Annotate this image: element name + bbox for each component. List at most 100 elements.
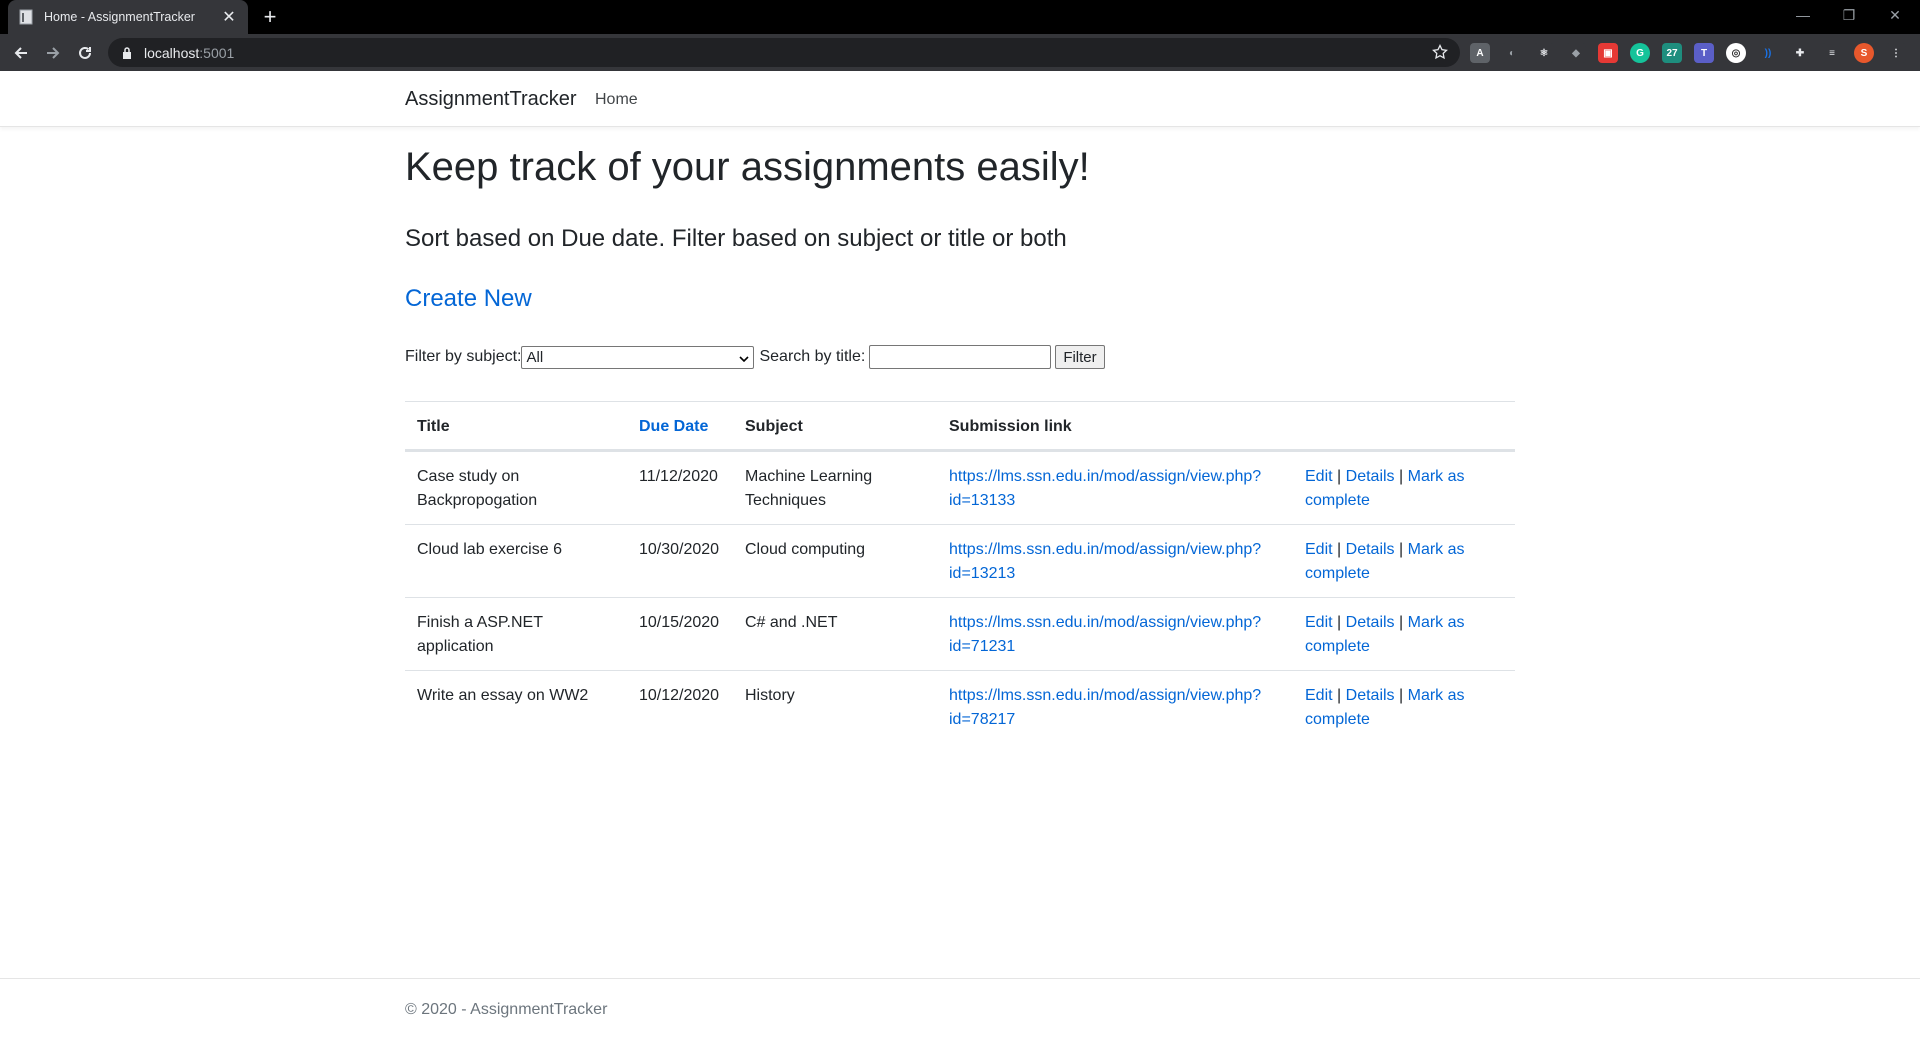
footer: © 2020 - AssignmentTracker (0, 978, 1920, 1040)
puzzle-extensions-icon[interactable]: ✚ (1790, 43, 1810, 63)
subject-select[interactable]: All (521, 345, 755, 369)
forward-arrow-icon[interactable] (40, 40, 66, 66)
browser-toolbar: localhost:5001 A ◐ ⚛ ◆ ▣ G 27 T ◎ )) ✚ ≡… (0, 34, 1920, 71)
action-separator: | (1337, 468, 1342, 485)
details-link[interactable]: Details (1346, 687, 1395, 704)
restore-icon[interactable]: ❐ (1826, 0, 1872, 30)
bookmark-star-icon[interactable] (1432, 43, 1448, 60)
row-title-line1: Write an essay on WW2 (417, 687, 589, 704)
extension-icon[interactable]: ◎ (1726, 43, 1746, 63)
extension-icons: A ◐ ⚛ ◆ ▣ G 27 T ◎ )) ✚ ≡ S ⋮ (1470, 40, 1906, 66)
browser-tab[interactable]: Home - AssignmentTracker ✕ (8, 0, 248, 34)
table-row: Case study on Backpropogation 11/12/2020 Ma… (405, 451, 1515, 524)
row-submission-link[interactable]: https://lms.ssn.edu.in/mod/assign/view.p… (949, 684, 1289, 732)
details-link[interactable]: Details (1346, 541, 1395, 558)
row-subject: History (745, 684, 925, 708)
nav-home-link[interactable]: Home (595, 91, 638, 109)
mark-complete-link[interactable]: Mark as (1408, 468, 1465, 485)
url-text: localhost:5001 (144, 44, 235, 61)
minimize-icon[interactable]: — (1780, 0, 1826, 30)
row-submission-link[interactable]: https://lms.ssn.edu.in/mod/assign/view.p… (949, 465, 1289, 513)
teams-extension-icon[interactable]: T (1694, 43, 1714, 63)
create-new-link[interactable]: Create New (405, 285, 532, 313)
page-subtitle: Sort based on Due date. Filter based on … (405, 225, 1067, 252)
row-title: Cloud lab exercise 6 (417, 538, 617, 562)
profile-avatar-icon[interactable]: S (1854, 43, 1874, 63)
details-link[interactable]: Details (1346, 468, 1395, 485)
reading-list-icon[interactable]: ≡ (1822, 43, 1842, 63)
page-title: Keep track of your assignments easily! (405, 145, 1090, 189)
close-icon[interactable]: ✕ (220, 8, 238, 26)
row-link-line1: https://lms.ssn.edu.in/mod/assign/view.p… (949, 541, 1262, 558)
row-subject-line2: Techniques (745, 492, 826, 509)
extension-icon[interactable]: )) (1758, 43, 1778, 63)
row-submission-link[interactable]: https://lms.ssn.edu.in/mod/assign/view.p… (949, 611, 1289, 659)
mark-complete-link-line2[interactable]: complete (1305, 492, 1370, 509)
action-separator: | (1337, 541, 1342, 558)
reload-icon[interactable] (72, 40, 98, 66)
row-title-line1: Cloud lab exercise 6 (417, 541, 562, 558)
edit-link[interactable]: Edit (1305, 541, 1333, 558)
table-row: Cloud lab exercise 6 10/30/2020 Cloud comp… (405, 524, 1515, 597)
action-separator: | (1399, 468, 1404, 485)
row-subject-line1: History (745, 687, 795, 704)
mark-complete-link[interactable]: Mark as (1408, 687, 1465, 704)
row-submission-link[interactable]: https://lms.ssn.edu.in/mod/assign/view.p… (949, 538, 1289, 586)
adblock-extension-icon[interactable]: A (1470, 43, 1490, 63)
row-title: Finish a ASP.NET application (417, 611, 617, 659)
mark-complete-link-line2[interactable]: complete (1305, 638, 1370, 655)
assignments-table: Title Due Date Subject Submission link C… (405, 401, 1515, 743)
row-link-line1: https://lms.ssn.edu.in/mod/assign/view.p… (949, 687, 1262, 704)
site-navbar: AssignmentTracker Home (0, 71, 1920, 127)
mark-complete-link-line2[interactable]: complete (1305, 565, 1370, 582)
action-separator: | (1399, 614, 1404, 631)
mark-complete-link-line2[interactable]: complete (1305, 711, 1370, 728)
title-search-input[interactable] (869, 345, 1052, 369)
extension-icon[interactable]: ◐ (1502, 43, 1522, 63)
title-search-label: Search by title: (759, 348, 866, 365)
page-icon (18, 9, 34, 25)
footer-copyright: © 2020 - AssignmentTracker (405, 1001, 608, 1018)
row-due-date: 11/12/2020 (639, 468, 718, 485)
navbar-brand[interactable]: AssignmentTracker (405, 88, 577, 111)
subject-select-value: All (526, 348, 544, 366)
edit-link[interactable]: Edit (1305, 687, 1333, 704)
row-due-date: 10/15/2020 (639, 614, 720, 631)
row-due-date: 10/30/2020 (639, 541, 720, 558)
header-due-date-sort-link[interactable]: Due Date (639, 415, 708, 439)
mark-complete-link[interactable]: Mark as (1408, 541, 1465, 558)
react-extension-icon[interactable]: ⚛ (1534, 43, 1554, 63)
row-link-line1: https://lms.ssn.edu.in/mod/assign/view.p… (949, 468, 1262, 485)
row-actions: Edit | Details | Mark as complete (1305, 684, 1505, 732)
row-link-line2: id=13133 (949, 492, 1016, 509)
table-header-row: Title Due Date Subject Submission link (405, 401, 1515, 451)
row-subject: C# and .NET (745, 611, 925, 635)
details-link[interactable]: Details (1346, 614, 1395, 631)
mark-complete-link[interactable]: Mark as (1408, 614, 1465, 631)
table-row: Write an essay on WW2 10/12/2020 History ht… (405, 670, 1515, 743)
row-subject: Cloud computing (745, 538, 925, 562)
back-arrow-icon[interactable] (8, 40, 34, 66)
row-link-line2: id=13213 (949, 565, 1016, 582)
extension-icon[interactable]: ▣ (1598, 43, 1618, 63)
window-close-icon[interactable]: ✕ (1872, 0, 1918, 30)
header-subject: Subject (745, 418, 803, 435)
row-title: Write an essay on WW2 (417, 684, 617, 708)
row-title: Case study on Backpropogation (417, 465, 617, 513)
row-actions: Edit | Details | Mark as complete (1305, 538, 1505, 586)
new-tab-icon[interactable]: + (258, 4, 282, 29)
action-separator: | (1337, 614, 1342, 631)
grammarly-extension-icon[interactable]: G (1630, 43, 1650, 63)
extension-icon[interactable]: 27 (1662, 43, 1682, 63)
tab-title: Home - AssignmentTracker (44, 10, 195, 24)
edit-link[interactable]: Edit (1305, 468, 1333, 485)
edit-link[interactable]: Edit (1305, 614, 1333, 631)
lock-icon (120, 46, 134, 60)
row-title-line2: Backpropogation (417, 492, 538, 509)
filter-button[interactable]: Filter (1055, 345, 1105, 369)
extension-icon[interactable]: ◆ (1566, 43, 1586, 63)
menu-dots-icon[interactable]: ⋮ (1886, 43, 1906, 63)
browser-tabstrip: Home - AssignmentTracker ✕ + — ❐ ✕ (0, 0, 1920, 34)
address-bar[interactable]: localhost:5001 (108, 38, 1460, 67)
row-actions: Edit | Details | Mark as complete (1305, 611, 1505, 659)
